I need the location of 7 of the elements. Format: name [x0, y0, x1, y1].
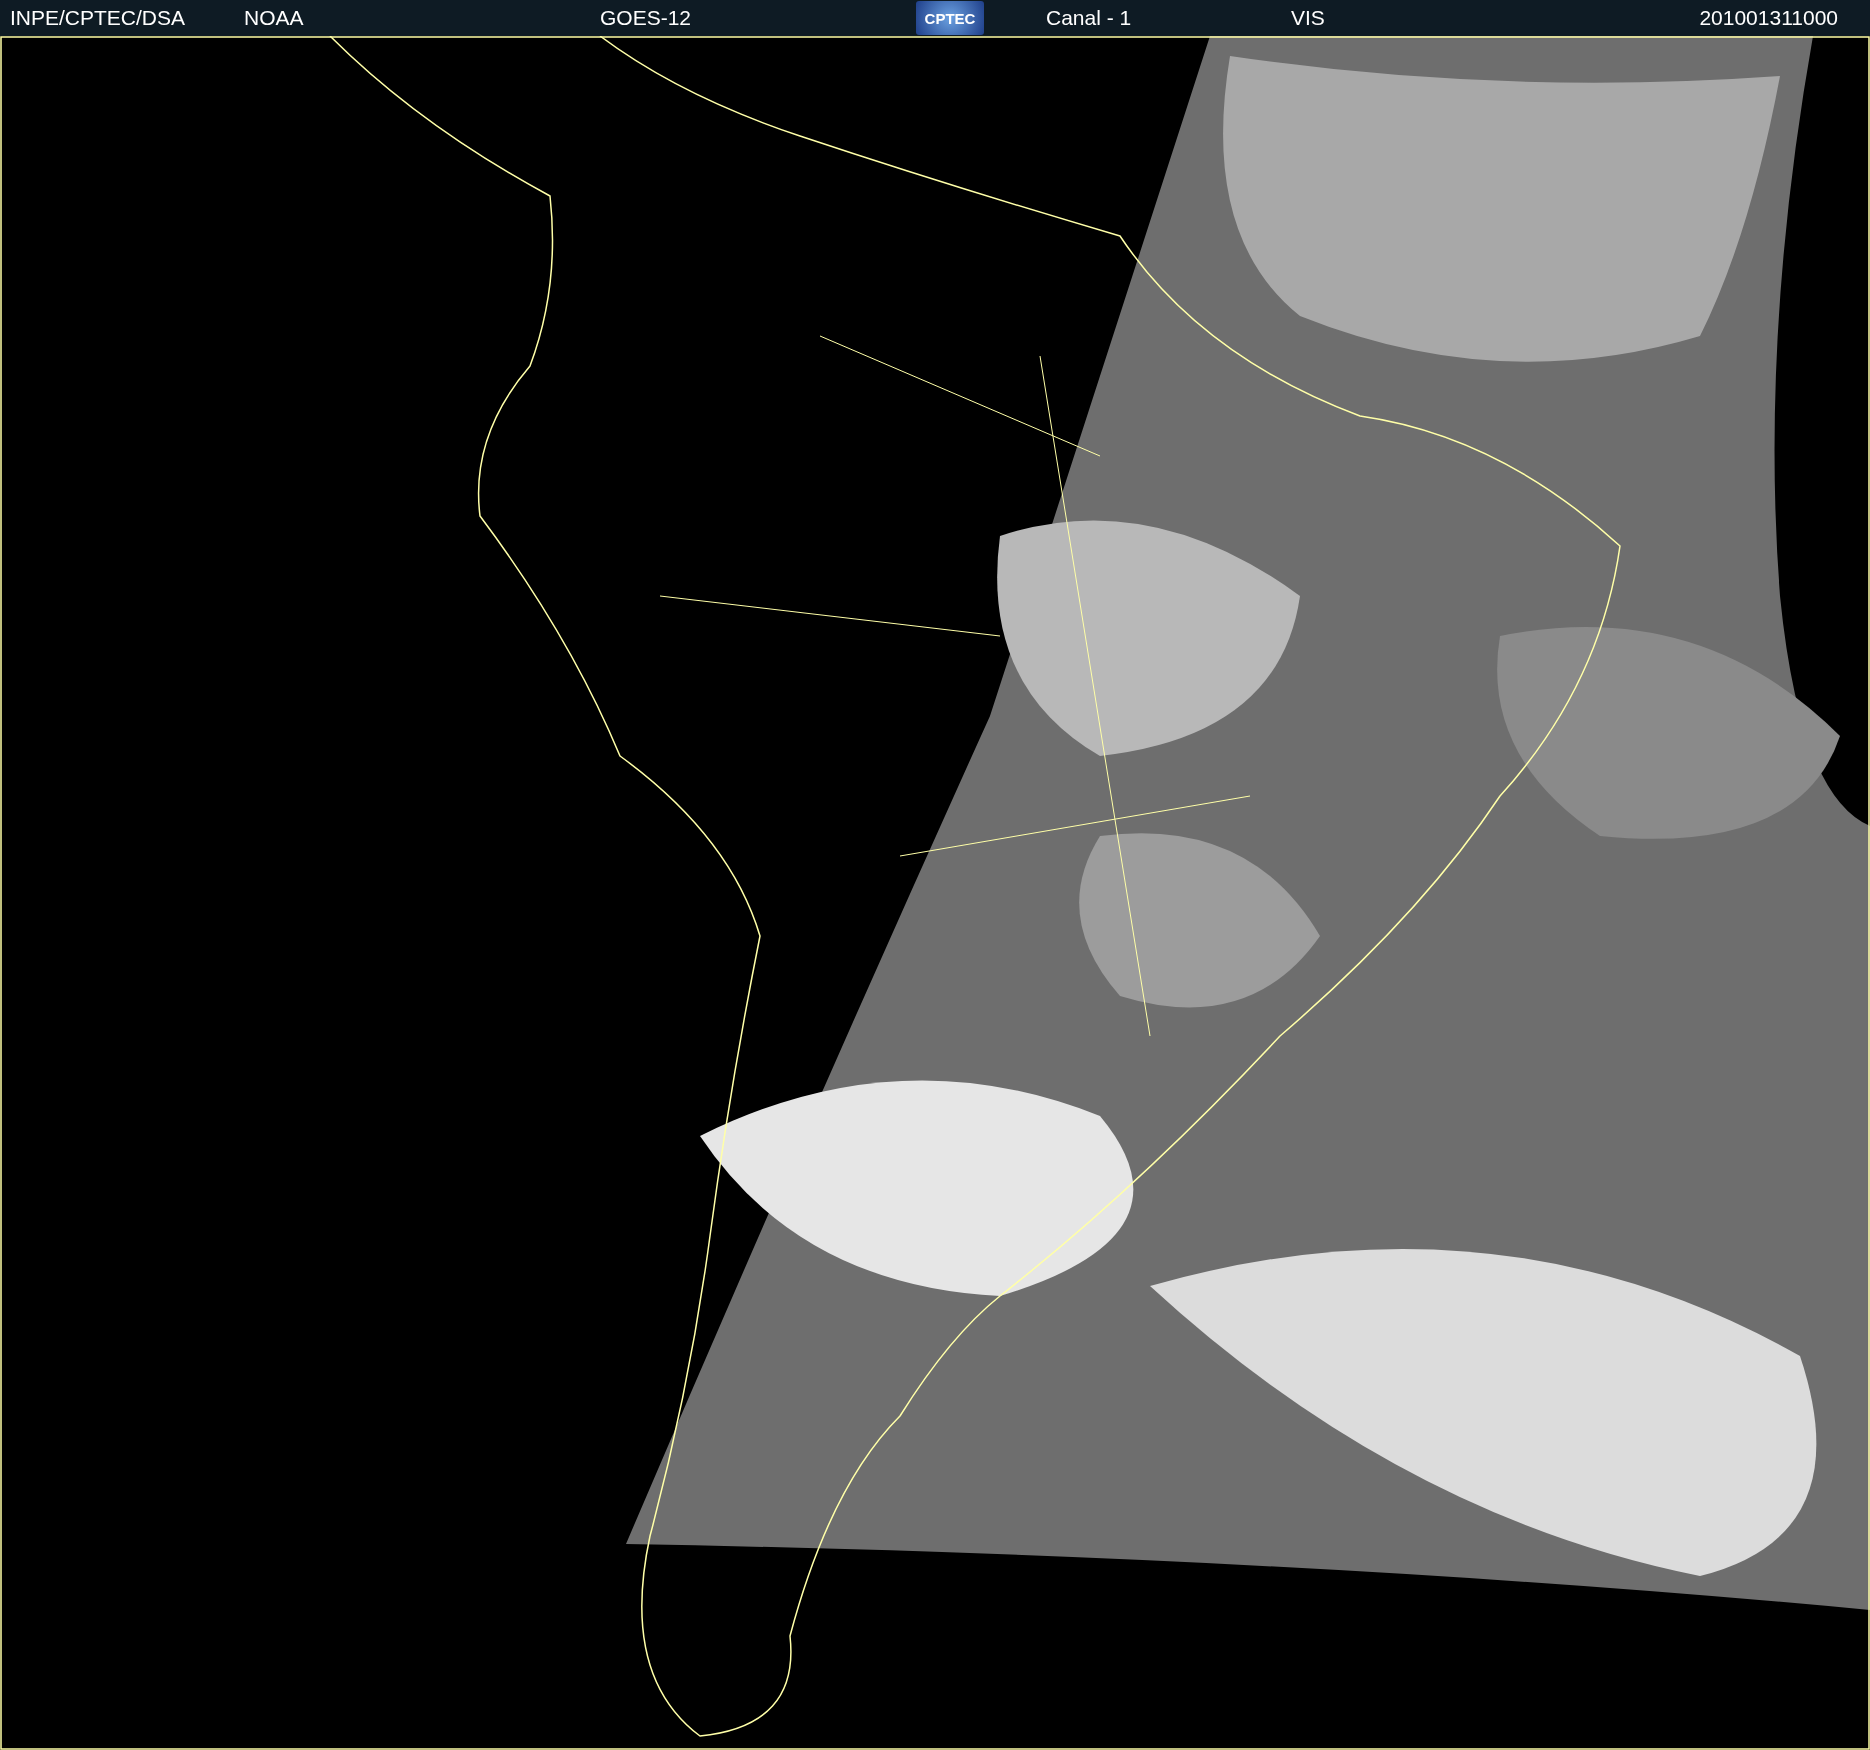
source-label: NOAA: [244, 6, 305, 30]
satellite-label: GOES-12: [600, 6, 693, 30]
logo: CPTEC: [916, 1, 984, 35]
agency-label: INPE/CPTEC/DSA: [10, 6, 187, 30]
timestamp-label: 201001311000: [1699, 6, 1838, 30]
band-label: VIS: [1291, 6, 1326, 30]
channel-label: Canal - 1: [1046, 6, 1133, 30]
